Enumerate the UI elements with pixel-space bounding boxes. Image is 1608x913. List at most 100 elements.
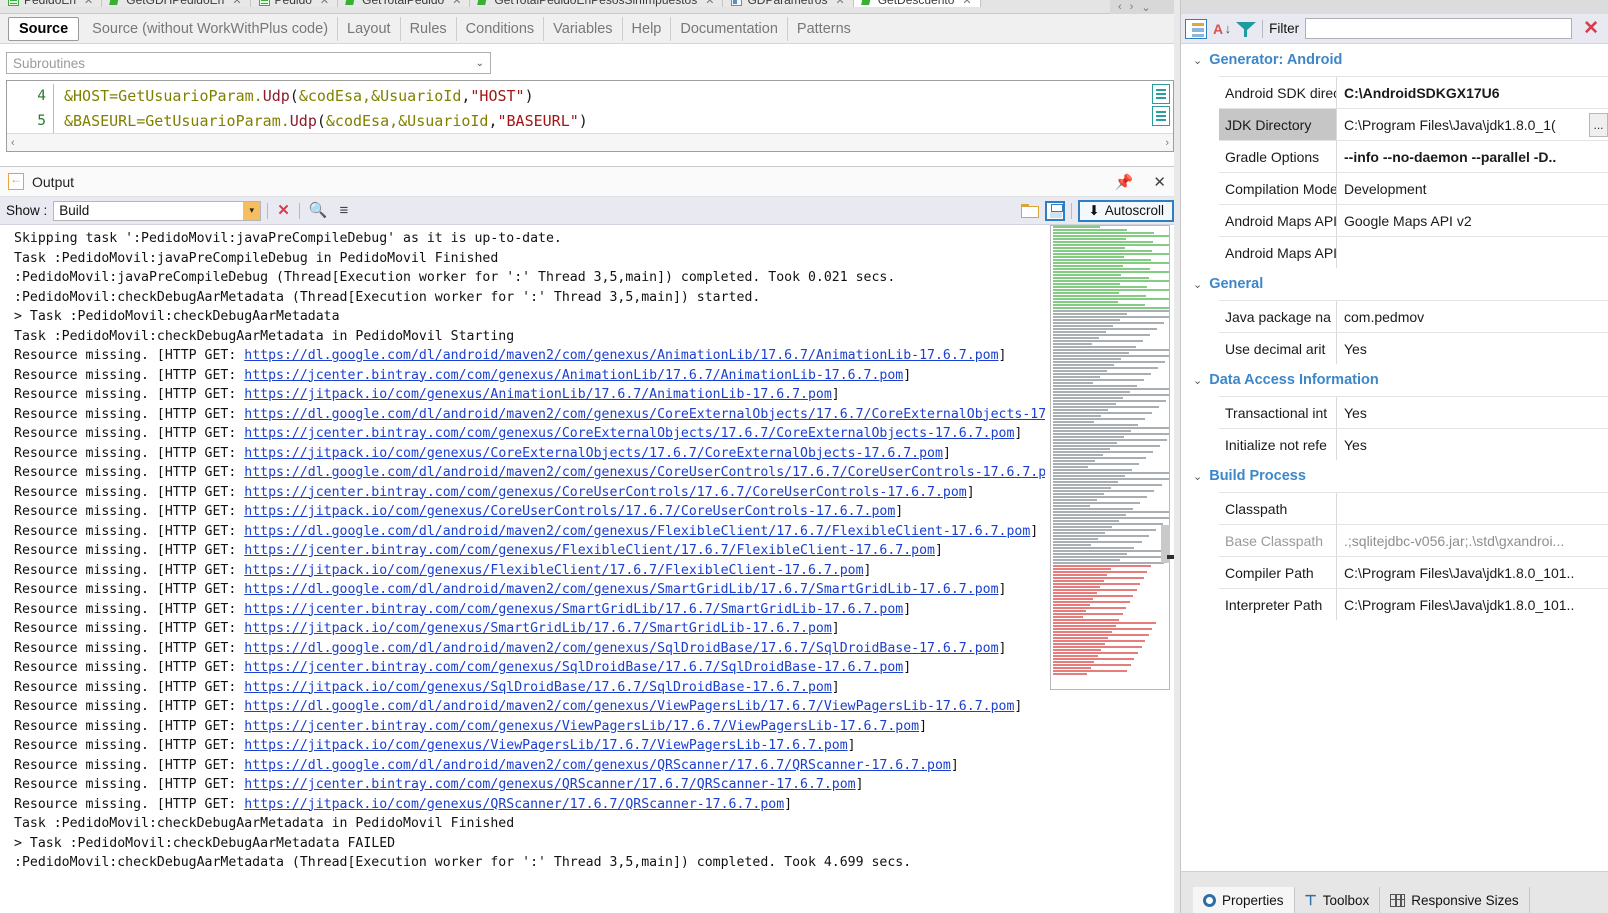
close-icon[interactable]: ✕ bbox=[84, 0, 93, 7]
property-row[interactable]: Android SDK direct C:\AndroidSDKGX17U6 bbox=[1219, 76, 1608, 108]
document-tab-nav[interactable]: ‹ › ⌄ bbox=[1110, 0, 1180, 14]
bottom-tab-responsive-sizes[interactable]: Responsive Sizes bbox=[1380, 887, 1530, 913]
property-row[interactable]: Gradle Options --info --no-daemon --paral… bbox=[1219, 140, 1608, 172]
document-tab[interactable]: Pedido ✕ bbox=[250, 0, 339, 7]
close-icon[interactable]: ✕ bbox=[835, 0, 844, 7]
property-editor-button[interactable]: ... bbox=[1589, 112, 1608, 137]
view-tab-rules[interactable]: Rules bbox=[401, 16, 457, 41]
log-url-link[interactable]: https://jitpack.io/com/genexus/SqlDroidB… bbox=[244, 680, 832, 695]
log-url-link[interactable]: https://dl.google.com/dl/android/maven2/… bbox=[244, 407, 1045, 422]
code-line[interactable]: 5 &BASEURL=GetUsuarioParam.Udp(&codEsa,&U… bbox=[7, 109, 1173, 134]
property-row[interactable]: Interpreter Path C:\Program Files\Java\jd… bbox=[1219, 588, 1608, 620]
close-icon[interactable]: ✕ bbox=[1578, 19, 1604, 38]
scroll-right-icon[interactable]: › bbox=[1165, 137, 1169, 149]
code-line[interactable]: 4 &HOST=GetUsuarioParam.Udp(&codEsa,&Usua… bbox=[7, 84, 1173, 109]
filter-input[interactable] bbox=[1305, 18, 1573, 39]
property-row[interactable]: Android Maps API Google Maps API v2 bbox=[1219, 204, 1608, 236]
word-wrap-icon[interactable]: ≡ bbox=[337, 203, 352, 218]
property-row[interactable]: Base Classpath .;sqlitejdbc-v056.jar;.\st… bbox=[1219, 524, 1608, 556]
folder-open-icon[interactable] bbox=[1021, 203, 1040, 218]
log-url-link[interactable]: https://jitpack.io/com/genexus/Animation… bbox=[244, 387, 832, 402]
chevron-down-icon[interactable]: ⌄ bbox=[1193, 374, 1202, 387]
editor-format-icon[interactable] bbox=[1152, 106, 1170, 126]
view-tab-patterns[interactable]: Patterns bbox=[788, 17, 860, 41]
document-tab[interactable]: PedidoEn ✕ bbox=[0, 0, 103, 7]
property-value[interactable]: C:\Program Files\Java\jdk1.8.0_101.. bbox=[1337, 565, 1608, 581]
document-tab[interactable]: GetTotalPedido ✕ bbox=[338, 0, 471, 7]
property-value[interactable]: Yes bbox=[1337, 405, 1608, 421]
log-url-link[interactable]: https://dl.google.com/dl/android/maven2/… bbox=[244, 582, 998, 597]
show-filter-combo[interactable]: Build ▾ bbox=[53, 200, 262, 221]
log-url-link[interactable]: https://jcenter.bintray.com/com/genexus/… bbox=[244, 543, 935, 558]
categorize-icon[interactable] bbox=[1185, 18, 1207, 39]
editor-side-buttons[interactable] bbox=[1152, 84, 1170, 128]
view-tab-variables[interactable]: Variables bbox=[544, 16, 623, 41]
log-url-link[interactable]: https://jitpack.io/com/genexus/ViewPager… bbox=[244, 738, 847, 753]
tab-prev-icon[interactable]: ‹ bbox=[1118, 1, 1122, 13]
property-group-header[interactable]: ⌄ General bbox=[1181, 268, 1608, 300]
log-url-link[interactable]: https://dl.google.com/dl/android/maven2/… bbox=[244, 465, 1045, 480]
output-log-text[interactable]: Skipping task ':PedidoMovil:javaPreCompi… bbox=[0, 225, 1045, 913]
chevron-down-icon[interactable]: ⌄ bbox=[1193, 278, 1202, 291]
close-icon[interactable]: ✕ bbox=[320, 0, 329, 7]
log-url-link[interactable]: https://jcenter.bintray.com/com/genexus/… bbox=[244, 368, 903, 383]
property-value[interactable]: C:\Program Files\Java\jdk1.8.0_1(... bbox=[1337, 112, 1608, 137]
log-url-link[interactable]: https://dl.google.com/dl/android/maven2/… bbox=[244, 348, 998, 363]
pin-icon[interactable]: 📌 bbox=[1109, 173, 1140, 191]
property-row[interactable]: Android Maps API bbox=[1219, 236, 1608, 268]
chevron-down-icon[interactable]: ⌄ bbox=[1193, 470, 1202, 483]
property-group-header[interactable]: ⌄ Build Process bbox=[1181, 460, 1608, 492]
property-row[interactable]: Classpath bbox=[1219, 492, 1608, 524]
log-url-link[interactable]: https://dl.google.com/dl/android/maven2/… bbox=[244, 758, 951, 773]
view-tab-documentation[interactable]: Documentation bbox=[671, 16, 788, 41]
view-tab-layout[interactable]: Layout bbox=[338, 16, 401, 41]
editor-outline-icon[interactable] bbox=[1152, 84, 1170, 104]
filter-funnel-icon[interactable] bbox=[1236, 20, 1257, 38]
bottom-tab-toolbox[interactable]: ⊤ Toolbox bbox=[1294, 887, 1381, 913]
log-url-link[interactable]: https://jcenter.bintray.com/com/genexus/… bbox=[244, 719, 919, 734]
property-value[interactable]: Yes bbox=[1337, 437, 1608, 453]
log-url-link[interactable]: https://dl.google.com/dl/android/maven2/… bbox=[244, 524, 1030, 539]
property-value[interactable]: Yes bbox=[1337, 341, 1608, 357]
tab-list-icon[interactable]: ⌄ bbox=[1141, 1, 1150, 14]
property-row[interactable]: Java package na com.pedmov bbox=[1219, 300, 1608, 332]
property-value[interactable]: .;sqlitejdbc-v056.jar;.\std\gxandroi... bbox=[1337, 533, 1608, 549]
property-row[interactable]: Compiler Path C:\Program Files\Java\jdk1.… bbox=[1219, 556, 1608, 588]
view-tab-help[interactable]: Help bbox=[623, 16, 672, 41]
document-tab[interactable]: GetDescuento ✕ bbox=[853, 0, 981, 7]
clear-output-icon[interactable]: ✕ bbox=[274, 203, 293, 218]
scroll-left-icon[interactable]: ‹ bbox=[11, 137, 15, 149]
log-url-link[interactable]: https://jitpack.io/com/genexus/FlexibleC… bbox=[244, 563, 863, 578]
sort-alpha-icon[interactable]: A bbox=[1213, 21, 1231, 37]
property-row[interactable]: Use decimal arit Yes bbox=[1219, 332, 1608, 364]
log-url-link[interactable]: https://jcenter.bintray.com/com/genexus/… bbox=[244, 660, 903, 675]
property-row[interactable]: JDK Directory C:\Program Files\Java\jdk1.… bbox=[1219, 108, 1608, 140]
close-icon[interactable]: ✕ bbox=[1147, 173, 1172, 191]
log-url-link[interactable]: https://jitpack.io/com/genexus/SmartGrid… bbox=[244, 621, 832, 636]
document-tab[interactable]: GDParametros ✕ bbox=[723, 0, 854, 7]
subroutines-combo[interactable]: Subroutines ⌄ bbox=[6, 52, 491, 74]
property-value[interactable]: --info --no-daemon --parallel -D.. bbox=[1337, 149, 1608, 165]
property-row[interactable]: Transactional int Yes bbox=[1219, 396, 1608, 428]
save-icon[interactable] bbox=[1045, 200, 1066, 221]
code-editor[interactable]: 4 &HOST=GetUsuarioParam.Udp(&codEsa,&Usua… bbox=[6, 80, 1174, 152]
chevron-down-icon[interactable]: ⌄ bbox=[476, 58, 484, 69]
property-value[interactable]: Google Maps API v2 bbox=[1337, 213, 1608, 229]
chevron-down-icon[interactable]: ▾ bbox=[243, 201, 261, 220]
output-minimap[interactable] bbox=[1050, 225, 1170, 690]
property-value[interactable]: Development bbox=[1337, 181, 1608, 197]
log-url-link[interactable]: https://jitpack.io/com/genexus/CoreUserC… bbox=[244, 504, 895, 519]
log-url-link[interactable]: https://dl.google.com/dl/android/maven2/… bbox=[244, 641, 998, 656]
search-icon[interactable]: 🔍 bbox=[306, 203, 331, 218]
document-tab[interactable]: GetGDHPedidoEn ✕ bbox=[102, 0, 251, 7]
bottom-tab-properties[interactable]: Properties bbox=[1193, 887, 1295, 913]
close-icon[interactable]: ✕ bbox=[452, 0, 461, 7]
property-value[interactable]: C:\Program Files\Java\jdk1.8.0_101.. bbox=[1337, 597, 1608, 613]
property-row[interactable]: Compilation Mode Development bbox=[1219, 172, 1608, 204]
editor-horizontal-scrollbar[interactable]: ‹ › bbox=[7, 133, 1173, 151]
close-icon[interactable]: ✕ bbox=[705, 0, 714, 7]
log-url-link[interactable]: https://jcenter.bintray.com/com/genexus/… bbox=[244, 602, 903, 617]
property-value[interactable]: com.pedmov bbox=[1337, 309, 1608, 325]
view-tab-source[interactable]: Source bbox=[8, 16, 80, 41]
chevron-down-icon[interactable]: ⌄ bbox=[1193, 54, 1202, 67]
